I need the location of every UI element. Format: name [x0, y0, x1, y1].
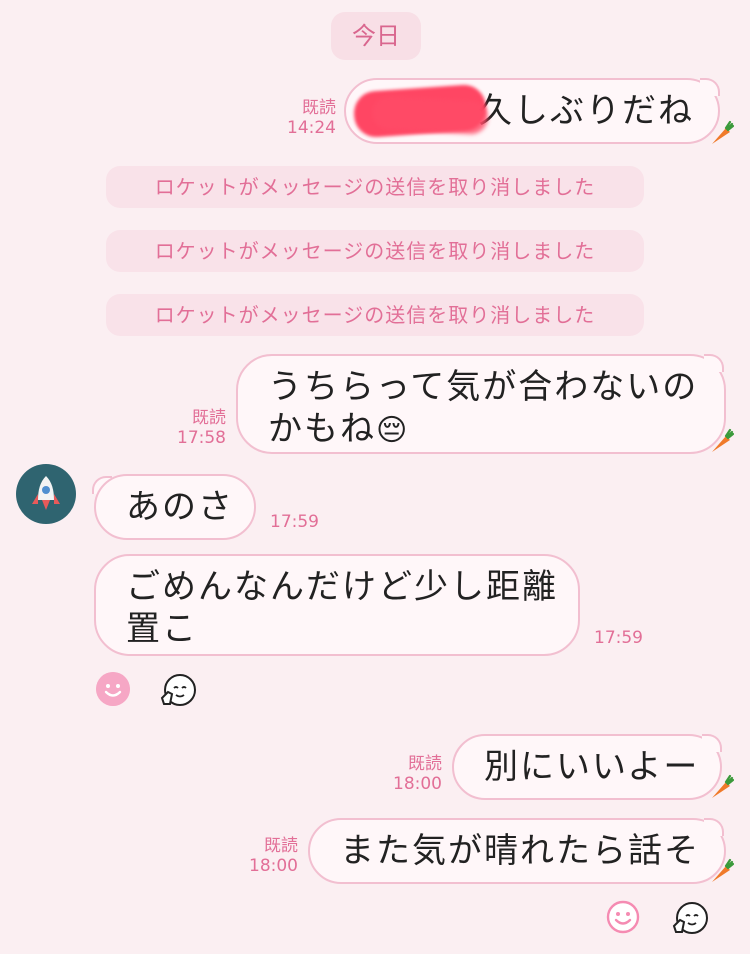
bubble-tail: [704, 818, 724, 836]
message-meta: 既読 18:00: [382, 754, 442, 794]
timestamp: 18:00: [249, 856, 298, 876]
message-text: かもね: [268, 409, 376, 449]
sent-message-bubble[interactable]: うちらって気が合わないの かもね😔: [236, 354, 726, 454]
message-text: 久しぶりだね: [478, 91, 694, 131]
timestamp: 18:00: [393, 774, 442, 794]
system-message-unsent: ロケットがメッセージの送信を取り消しました: [106, 230, 644, 272]
message-meta: 既読 18:00: [238, 836, 298, 876]
timestamp: 17:59: [270, 512, 319, 532]
message-text-line: かもね😔: [268, 408, 698, 452]
rocket-avatar-icon[interactable]: [16, 464, 76, 524]
sent-message-bubble[interactable]: 別にいいよー: [452, 734, 722, 800]
redaction-scribble: [371, 94, 489, 136]
pensive-face-icon: 😔: [376, 413, 410, 448]
smiley-icon[interactable]: [606, 900, 640, 934]
bubble-tail: [700, 78, 720, 96]
timestamp: 17:58: [177, 428, 226, 448]
message-meta: 既読 14:24: [276, 98, 336, 138]
thumbs-up-face-icon[interactable]: [670, 898, 710, 938]
message-text: また気が晴れたら話そ: [340, 831, 700, 871]
thumbs-up-face-icon[interactable]: [158, 670, 198, 710]
read-receipt: 既読: [408, 754, 442, 774]
message-text-line: ごめんなんだけど少し距離: [126, 567, 558, 607]
carrot-icon: [712, 428, 734, 452]
read-receipt: 既読: [192, 408, 226, 428]
received-message-bubble[interactable]: ごめんなんだけど少し距離 置こ: [94, 554, 580, 656]
carrot-icon: [712, 774, 734, 798]
timestamp: 17:59: [594, 628, 643, 648]
date-divider: 今日: [331, 12, 421, 60]
carrot-icon: [712, 120, 734, 144]
read-receipt: 既読: [302, 98, 336, 118]
message-text-line: 置こ: [126, 609, 198, 649]
received-message-bubble[interactable]: あのさ: [94, 474, 256, 540]
smiley-icon[interactable]: [96, 672, 130, 706]
system-message-unsent: ロケットがメッセージの送信を取り消しました: [106, 294, 644, 336]
message-meta: 既読 17:58: [166, 408, 226, 448]
read-receipt: 既読: [264, 836, 298, 856]
system-message-unsent: ロケットがメッセージの送信を取り消しました: [106, 166, 644, 208]
message-text: 別にいいよー: [484, 747, 700, 787]
timestamp: 14:24: [287, 118, 336, 138]
bubble-tail: [702, 734, 722, 752]
bubble-tail: [704, 354, 724, 372]
message-text: あのさ: [126, 487, 234, 527]
carrot-icon: [712, 858, 734, 882]
message-text-line: うちらって気が合わないの: [268, 367, 699, 407]
sent-message-bubble[interactable]: また気が晴れたら話そ: [308, 818, 726, 884]
